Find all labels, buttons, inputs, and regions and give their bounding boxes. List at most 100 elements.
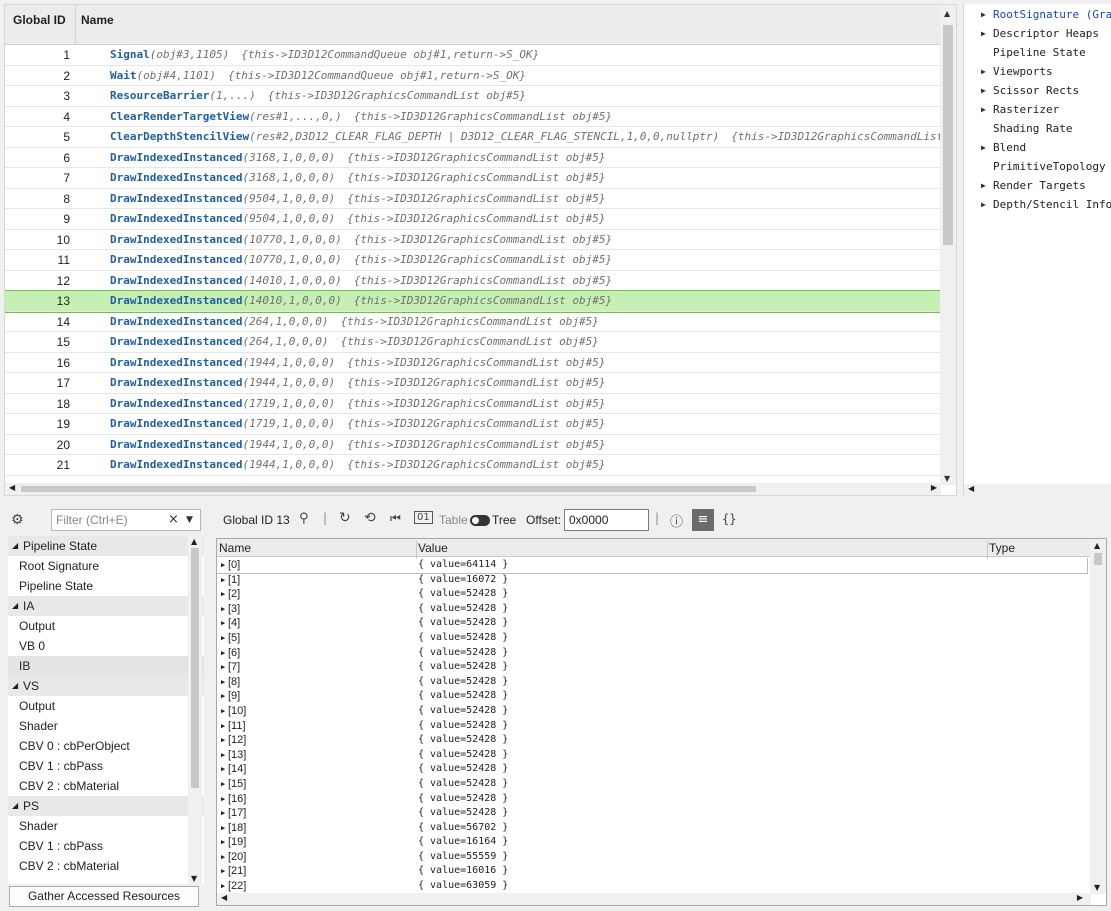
offset-input[interactable]: 0x0000 — [564, 509, 649, 531]
event-function-name[interactable]: DrawIndexedInstanced — [110, 171, 242, 184]
gear-icon[interactable]: ⚙ — [11, 512, 24, 528]
expand-arrow-icon[interactable]: ▶ — [221, 616, 225, 631]
column-divider[interactable] — [987, 541, 988, 559]
expand-arrow-icon[interactable]: ▶ — [221, 631, 225, 646]
event-function-name[interactable]: DrawIndexedInstanced — [110, 376, 242, 389]
event-row[interactable]: 8 DrawIndexedInstanced(9504,1,0,0,0) {this… — [5, 189, 941, 209]
event-function-name[interactable]: DrawIndexedInstanced — [110, 294, 242, 307]
resource-item[interactable]: CBV 1 : cbPass — [8, 836, 204, 856]
scroll-right-icon[interactable]: ▶ — [1077, 893, 1083, 902]
value-row[interactable]: ▶ [9] { value=52428 } — [217, 689, 1091, 704]
column-header-global-id[interactable]: Global ID — [13, 13, 66, 27]
sync-icon[interactable]: ↻ — [339, 510, 351, 526]
event-row[interactable]: 9 DrawIndexedInstanced(9504,1,0,0,0) {this… — [5, 209, 941, 230]
scroll-thumb[interactable] — [21, 486, 756, 492]
value-row[interactable]: ▶ [22] { value=63059 } — [217, 879, 1091, 894]
expand-arrow-icon[interactable]: ▶ — [981, 195, 986, 214]
event-row[interactable]: 11 DrawIndexedInstanced(10770,1,0,0,0) {th… — [5, 250, 941, 271]
scroll-up-icon[interactable]: ▲ — [944, 9, 950, 18]
value-grid-vertical-scrollbar[interactable]: ▲ ▼ — [1090, 539, 1106, 894]
expand-arrow-icon[interactable]: ▶ — [221, 864, 225, 879]
event-function-name[interactable]: DrawIndexedInstanced — [110, 458, 242, 471]
collapse-arrow-icon[interactable]: ◢ — [12, 596, 18, 616]
event-function-name[interactable]: DrawIndexedInstanced — [110, 253, 242, 266]
pipeline-item[interactable]: ▶ Scissor Rects — [964, 81, 1111, 100]
expand-arrow-icon[interactable]: ▶ — [981, 138, 986, 157]
event-function-name[interactable]: DrawIndexedInstanced — [110, 151, 242, 164]
resource-item[interactable]: CBV 2 : cbMaterial — [8, 776, 204, 796]
expand-arrow-icon[interactable]: ▶ — [221, 573, 225, 588]
event-row[interactable]: 3 ResourceBarrier(1,...) {this->ID3D12Grap… — [5, 86, 941, 107]
event-function-name[interactable]: DrawIndexedInstanced — [110, 192, 242, 205]
value-row[interactable]: ▶ [4] { value=52428 } — [217, 616, 1091, 631]
column-header-value[interactable]: Value — [418, 541, 448, 555]
event-function-name[interactable]: DrawIndexedInstanced — [110, 212, 242, 225]
expand-arrow-icon[interactable]: ▶ — [981, 81, 986, 100]
expand-arrow-icon[interactable]: ▶ — [221, 587, 225, 602]
value-row[interactable]: ▶ [8] { value=52428 } — [217, 675, 1091, 690]
expand-arrow-icon[interactable]: ▶ — [221, 704, 225, 719]
event-function-name[interactable]: Wait — [110, 69, 137, 82]
resource-item[interactable]: Pipeline State — [8, 576, 204, 596]
value-row[interactable]: ▶ [20] { value=55559 } — [217, 850, 1091, 865]
pipeline-item[interactable]: ▶ Viewports — [964, 62, 1111, 81]
pipeline-item[interactable]: ▶ Depth/Stencil Info — [964, 195, 1111, 214]
resource-item[interactable]: CBV 0 : cbPerObject — [8, 736, 204, 756]
event-function-name[interactable]: ClearDepthStencilView — [110, 130, 249, 143]
event-list-horizontal-scrollbar[interactable]: ◀ ▶ — [5, 483, 941, 495]
table-tree-toggle[interactable] — [470, 515, 490, 526]
event-row[interactable]: 1 Signal(obj#3,1105) {this->ID3D12CommandQ… — [5, 45, 941, 66]
pipeline-item[interactable]: Shading Rate — [964, 119, 1111, 138]
event-function-name[interactable]: ResourceBarrier — [110, 89, 209, 102]
value-row[interactable]: ▶ [14] { value=52428 } — [217, 762, 1091, 777]
event-function-name[interactable]: DrawIndexedInstanced — [110, 274, 242, 287]
event-row[interactable]: 18 DrawIndexedInstanced(1719,1,0,0,0) {thi… — [5, 394, 941, 414]
value-row[interactable]: ▶ [12] { value=52428 } — [217, 733, 1091, 748]
expand-arrow-icon[interactable]: ▶ — [221, 762, 225, 777]
expand-arrow-icon[interactable]: ▶ — [221, 660, 225, 675]
column-divider[interactable] — [416, 541, 417, 559]
value-row[interactable]: ▶ [16] { value=52428 } — [217, 792, 1091, 807]
event-row[interactable]: 4 ClearRenderTargetView(res#1,...,0,) {thi… — [5, 107, 941, 127]
event-function-name[interactable]: DrawIndexedInstanced — [110, 315, 242, 328]
pipeline-item[interactable]: Pipeline State — [964, 43, 1111, 62]
value-row[interactable]: ▶ [17] { value=52428 } — [217, 806, 1091, 821]
expand-arrow-icon[interactable]: ▶ — [221, 806, 225, 821]
expand-arrow-icon[interactable]: ▶ — [221, 733, 225, 748]
pipeline-item[interactable]: ▶ RootSignature (Gra — [964, 5, 1111, 24]
event-row[interactable]: 14 DrawIndexedInstanced(264,1,0,0,0) {this… — [5, 312, 941, 332]
collapse-arrow-icon[interactable]: ◢ — [12, 676, 18, 696]
resource-item[interactable]: Output — [8, 696, 204, 716]
event-list-vertical-scrollbar[interactable]: ▲ ▼ — [940, 5, 956, 485]
event-row[interactable]: 16 DrawIndexedInstanced(1944,1,0,0,0) {thi… — [5, 353, 941, 373]
scroll-up-icon[interactable]: ▲ — [191, 537, 197, 546]
column-header-name[interactable]: Name — [81, 13, 114, 27]
resource-group[interactable]: ◢ VS — [8, 676, 204, 696]
value-row[interactable]: ▶ [3] { value=52428 } — [217, 602, 1091, 617]
pipeline-item[interactable]: ▶ Rasterizer — [964, 100, 1111, 119]
value-row[interactable]: ▶ [7] { value=52428 } — [217, 660, 1091, 675]
value-row[interactable]: ▶ [11] { value=52428 } — [217, 719, 1091, 734]
collapse-arrow-icon[interactable]: ◢ — [12, 796, 18, 816]
scroll-left-icon[interactable]: ◀ — [221, 893, 227, 902]
scroll-thumb[interactable] — [1094, 553, 1102, 565]
resource-item[interactable]: Shader — [8, 716, 204, 736]
resource-group[interactable]: ◢ PS — [8, 796, 204, 816]
event-row[interactable]: 15 DrawIndexedInstanced(264,1,0,0,0) {this… — [5, 332, 941, 353]
resource-item[interactable]: Output — [8, 616, 204, 636]
tree-view-label[interactable]: Tree — [492, 513, 516, 527]
binary-view-icon[interactable]: 01 — [414, 511, 433, 524]
resource-group[interactable]: ◢ Pipeline State — [8, 536, 204, 556]
expand-arrow-icon[interactable]: ▶ — [981, 176, 986, 195]
resource-group[interactable]: ◢ IA — [8, 596, 204, 616]
expand-arrow-icon[interactable]: ▶ — [221, 777, 225, 792]
event-row[interactable]: 12 DrawIndexedInstanced(14010,1,0,0,0) {th… — [5, 271, 941, 291]
expand-arrow-icon[interactable]: ▶ — [221, 835, 225, 850]
pipeline-item[interactable]: PrimitiveTopology — [964, 157, 1111, 176]
scroll-down-icon[interactable]: ▼ — [944, 474, 950, 483]
event-function-name[interactable]: DrawIndexedInstanced — [110, 335, 242, 348]
expand-arrow-icon[interactable]: ▶ — [221, 689, 225, 704]
event-row[interactable]: 17 DrawIndexedInstanced(1944,1,0,0,0) {thi… — [5, 373, 941, 394]
value-row[interactable]: ▶ [13] { value=52428 } — [217, 748, 1091, 763]
expand-arrow-icon[interactable]: ▶ — [221, 850, 225, 865]
